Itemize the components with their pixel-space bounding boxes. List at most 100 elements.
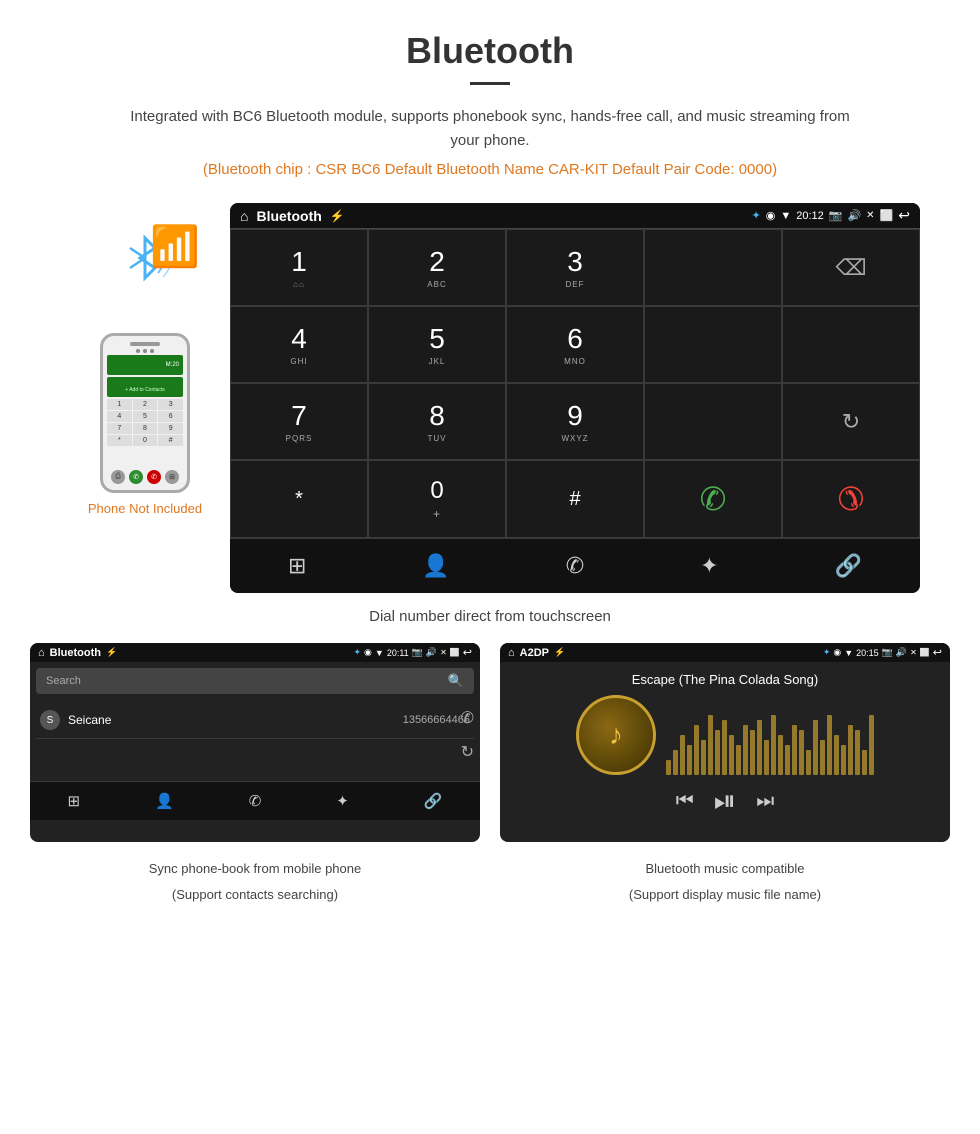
vis-bar [722,720,727,775]
back-icon[interactable]: ↩ [898,207,910,224]
search-icon[interactable]: 🔍 [448,673,464,689]
contacts-home-icon[interactable]: ⌂ [38,647,45,659]
phone-icon[interactable]: ✆ [566,553,584,579]
end-call-button[interactable]: ✆ [782,460,920,538]
contact-row[interactable]: S Seicane 13566664466 [36,702,474,739]
vis-bar [785,745,790,775]
key-4[interactable]: 4GHI [230,306,368,383]
music-bt-icon: ✦ [823,647,831,658]
contact-name: Seicane [68,713,403,727]
vis-bar [701,740,706,775]
key-8[interactable]: 8TUV [368,383,506,460]
contacts-time: 20:11 [387,648,409,658]
vis-bar [806,750,811,775]
phone-not-included-label: Phone Not Included [60,501,230,516]
contacts-link-icon[interactable]: 🔗 [424,792,443,810]
home-icon[interactable]: ⌂ [240,208,248,224]
vis-bar [862,750,867,775]
vis-bar [764,740,769,775]
contacts-usb-icon: ⚡ [106,647,117,658]
vis-bar [827,715,832,775]
bluetooth-icon[interactable]: ✦ [700,553,718,579]
vis-bar [778,735,783,775]
contacts-caption: Sync phone-book from mobile phone (Suppo… [30,852,480,904]
music-statusbar: ⌂ A2DP ⚡ ✦ ◉ ▼ 20:15 📷 🔊 ✕ ⬜ ↩ [500,643,950,662]
close-icon[interactable]: ✕ [866,210,874,221]
search-placeholder: Search [46,675,81,687]
contacts-screen-title: Bluetooth [50,647,101,659]
contacts-phone-icon[interactable]: ✆ [249,792,262,810]
contacts-vol-icon[interactable]: 🔊 [426,647,437,658]
music-signal: ▼ [844,648,853,658]
refresh-contacts-icon[interactable]: ↻ [461,742,474,762]
contacts-back-icon[interactable]: ↩ [463,646,472,659]
music-caption-line1: Bluetooth music compatible [500,860,950,878]
contacts-search-bar[interactable]: Search 🔍 [36,668,474,694]
vis-bar [736,745,741,775]
music-screen-title: A2DP [520,647,549,659]
contacts-person-icon[interactable]: 👤 [155,792,174,810]
music-album-art: ♪ [576,695,656,775]
bottom-captions: Sync phone-book from mobile phone (Suppo… [0,852,980,904]
key-3[interactable]: 3DEF [506,229,644,306]
play-pause-button[interactable]: ⏯ [714,785,736,818]
contacts-statusbar: ⌂ Bluetooth ⚡ ✦ ◉ ▼ 20:11 📷 🔊 ✕ ⬜ ↩ [30,643,480,662]
contacts-dialpad-icon[interactable]: ⊞ [67,792,80,810]
music-note-icon: ♪ [609,719,623,751]
prev-button[interactable]: ⏮ [676,790,694,813]
dial-bottombar: ⊞ 👤 ✆ ✦ 🔗 [230,538,920,593]
vis-bar [855,730,860,775]
vis-bar [680,735,685,775]
music-cam-icon[interactable]: 📷 [882,647,893,658]
phone-device: M:20 + Add to Contacts 123 456 789 *0# ⎙… [100,333,190,493]
dial-screen-title: Bluetooth [256,208,321,224]
key-0[interactable]: 0+ [368,460,506,538]
contacts-caption-line2: (Support contacts searching) [30,886,480,904]
music-win-icon[interactable]: ⬜ [920,648,930,657]
key-7[interactable]: 7PQRS [230,383,368,460]
music-home-icon[interactable]: ⌂ [508,647,515,659]
music-screen: ⌂ A2DP ⚡ ✦ ◉ ▼ 20:15 📷 🔊 ✕ ⬜ ↩ Escape (T… [500,643,950,842]
vis-bar [820,740,825,775]
vis-bar [813,720,818,775]
music-close-icon[interactable]: ✕ [910,648,917,657]
key-hash[interactable]: # [506,460,644,538]
key-2[interactable]: 2ABC [368,229,506,306]
dial-caption: Dial number direct from touchscreen [0,608,980,625]
music-back-icon[interactable]: ↩ [933,646,942,659]
link-icon[interactable]: 🔗 [835,553,862,579]
volume-icon[interactable]: 🔊 [847,209,861,222]
call-button[interactable]: ✆ [644,460,782,538]
key-1[interactable]: 1⌂⌂ [230,229,368,306]
vis-bar [771,715,776,775]
contacts-bluetooth-icon[interactable]: ✦ [336,792,349,810]
music-controls: ⏮ ⏯ ⏭ [676,775,774,828]
key-star[interactable]: * [230,460,368,538]
vis-bar [673,750,678,775]
phone-btn-left: ⎙ [111,470,125,484]
page-title: Bluetooth [0,0,980,82]
key-9[interactable]: 9WXYZ [506,383,644,460]
music-caption: Bluetooth music compatible (Support disp… [500,852,950,904]
contacts-close-icon[interactable]: ✕ [440,648,447,657]
main-section: 📶 M:20 + Add to [0,203,980,593]
camera-icon[interactable]: 📷 [829,209,843,222]
contacts-win-icon[interactable]: ⬜ [450,648,460,657]
contacts-cam-icon[interactable]: 📷 [412,647,423,658]
phone-mockup: 📶 M:20 + Add to [60,233,230,516]
contacts-screen: ⌂ Bluetooth ⚡ ✦ ◉ ▼ 20:11 📷 🔊 ✕ ⬜ ↩ Sear… [30,643,480,842]
key-5[interactable]: 5JKL [368,306,506,383]
window-icon[interactable]: ⬜ [880,209,894,222]
refresh-button[interactable]: ↻ [782,383,920,460]
next-button[interactable]: ⏭ [756,790,774,813]
contacts-icon[interactable]: 👤 [422,553,449,579]
vis-bar [799,730,804,775]
backspace-button[interactable]: ⌫ [782,229,920,306]
vis-bar [750,730,755,775]
music-vol-icon[interactable]: 🔊 [896,647,907,658]
key-6[interactable]: 6MNO [506,306,644,383]
dialpad-icon[interactable]: ⊞ [288,553,306,579]
music-caption-line2: (Support display music file name) [500,886,950,904]
phone-call-icon[interactable]: ✆ [461,708,474,728]
music-usb-icon: ⚡ [554,647,565,658]
